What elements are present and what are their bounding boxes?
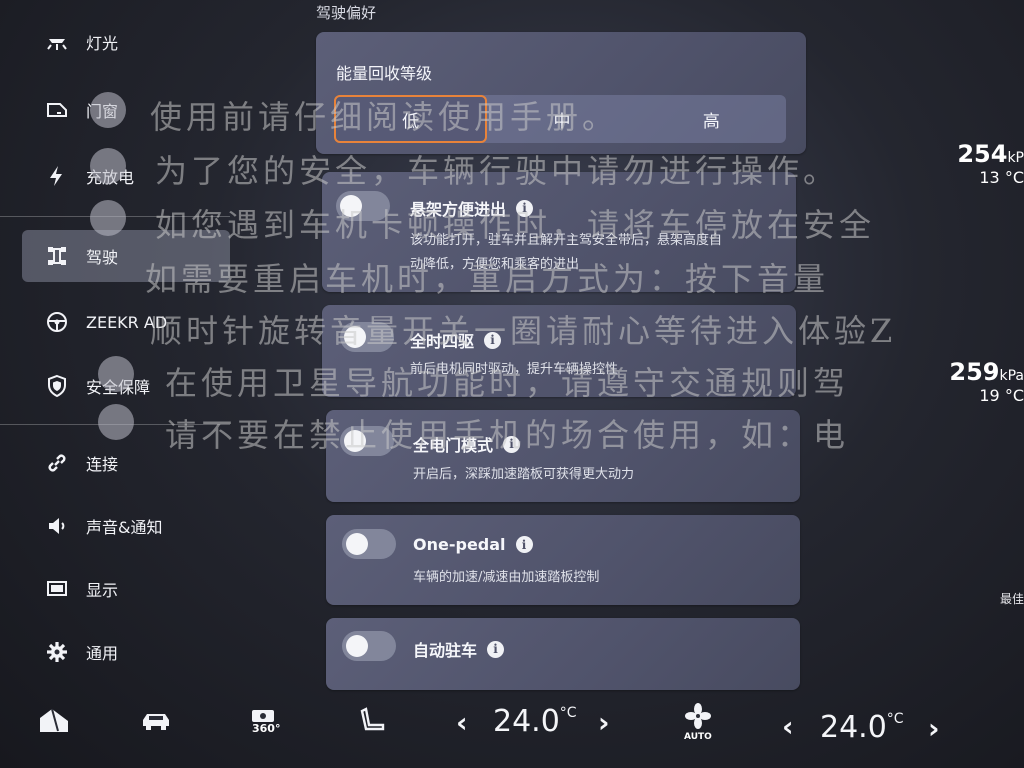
- seat-icon[interactable]: [356, 704, 392, 736]
- light-icon: [44, 29, 70, 55]
- door-icon: [44, 97, 70, 123]
- display-icon: [44, 576, 70, 602]
- setting-description: 前后电机同时驱动，提升车辆操控性: [410, 362, 619, 377]
- left-temp-increase-button[interactable]: ›: [598, 706, 610, 739]
- charge-icon: [44, 163, 70, 189]
- sidebar-item-charging[interactable]: 充放电: [22, 150, 230, 202]
- info-icon[interactable]: i: [516, 199, 534, 217]
- setting-card-awd: [322, 305, 796, 397]
- info-icon[interactable]: i: [484, 331, 502, 349]
- setting-title: 自动驻车 i: [413, 637, 505, 661]
- setting-description: 该功能打开，驻车并且解开主驾安全带后，悬架高度自 动降低，方便您和乘客的进出: [410, 233, 723, 272]
- setting-title: 全电门模式 i: [413, 432, 521, 456]
- sidebar-item-sound[interactable]: 声音&通知: [22, 500, 230, 552]
- sidebar-item-zeekr-ad[interactable]: ZEEKR AD: [22, 296, 230, 348]
- auto-hold-toggle[interactable]: [342, 631, 396, 661]
- sidebar-item-lights[interactable]: 灯光: [22, 16, 230, 68]
- energy-option-high[interactable]: 高: [637, 95, 786, 143]
- touch-indicator: [90, 148, 126, 184]
- touch-indicator: [90, 200, 126, 236]
- tire-pressure-front: 254kP 13 °C: [957, 140, 1024, 187]
- info-icon[interactable]: i: [515, 536, 533, 553]
- energy-recovery-selector[interactable]: 低 中 高: [334, 95, 786, 143]
- left-temp-decrease-button[interactable]: ‹: [456, 706, 468, 739]
- setting-title: One-pedal i: [413, 535, 533, 554]
- speaker-icon: [44, 513, 70, 539]
- shield-icon: [44, 373, 70, 399]
- sidebar: 灯光 门窗 充放电 驾驶 ZEEKR AD 安全保障 连接: [0, 0, 240, 690]
- info-icon[interactable]: i: [503, 435, 521, 453]
- energy-option-low[interactable]: 低: [334, 95, 488, 143]
- setting-title: 悬架方便进出 i: [410, 196, 534, 220]
- sidebar-item-label: ZEEKR AD: [86, 312, 168, 332]
- touch-indicator: [98, 356, 134, 392]
- touch-indicator: [90, 92, 126, 128]
- link-icon: [44, 450, 70, 476]
- car-icon[interactable]: [138, 704, 174, 736]
- sidebar-item-general[interactable]: 通用: [22, 626, 230, 678]
- home-icon[interactable]: [36, 704, 72, 736]
- touch-indicator: [98, 404, 134, 440]
- toggle-knob: [346, 533, 368, 555]
- camera-360-label: 360°: [252, 722, 281, 735]
- setting-description: 开启后，深踩加速踏板可获得更大动力: [413, 467, 635, 482]
- setting-card-throttle: [326, 410, 800, 502]
- left-temp-display: 24.0°C: [493, 704, 577, 739]
- awd-toggle[interactable]: [340, 322, 394, 352]
- fan-mode-label: AUTO: [684, 732, 712, 742]
- gear-icon: [44, 639, 70, 665]
- sidebar-item-doors[interactable]: 门窗: [22, 84, 230, 136]
- tire-pressure-rear: 259kPa 19 °C: [949, 358, 1024, 405]
- throttle-toggle[interactable]: [340, 426, 394, 456]
- setting-description: 车辆的加速/减速由加速踏板控制: [413, 570, 600, 585]
- toggle-knob: [344, 326, 366, 348]
- steering-wheel-icon: [44, 309, 70, 335]
- sidebar-item-label: 连接: [86, 455, 119, 474]
- toggle-knob: [346, 635, 368, 657]
- sidebar-item-label: 声音&通知: [86, 518, 163, 537]
- sidebar-item-connection[interactable]: 连接: [22, 437, 230, 489]
- right-temp-decrease-button[interactable]: ‹: [782, 710, 794, 743]
- sidebar-item-label: 通用: [86, 644, 119, 663]
- right-temp-display: 24.0°C: [820, 710, 904, 745]
- setting-card-one-pedal: [326, 515, 800, 605]
- fan-icon[interactable]: [680, 700, 716, 732]
- one-pedal-toggle[interactable]: [342, 529, 396, 559]
- sidebar-item-driving[interactable]: 驾驶: [22, 230, 230, 282]
- setting-title: 全时四驱 i: [410, 328, 502, 352]
- energy-option-medium[interactable]: 中: [487, 95, 636, 143]
- sidebar-item-display[interactable]: 显示: [22, 563, 230, 615]
- section-title: 驾驶偏好: [316, 4, 377, 22]
- info-icon[interactable]: i: [487, 640, 505, 658]
- setting-card-auto-hold: [326, 618, 800, 690]
- right-edge-label: 最佳: [1000, 592, 1024, 606]
- sidebar-item-label: 驾驶: [86, 248, 119, 267]
- toggle-knob: [340, 195, 362, 217]
- right-temp-increase-button[interactable]: ›: [928, 712, 940, 745]
- sidebar-item-label: 显示: [86, 581, 119, 600]
- drive-icon: [44, 243, 70, 269]
- sidebar-item-label: 灯光: [86, 34, 119, 53]
- suspension-toggle[interactable]: [336, 191, 390, 221]
- energy-recovery-title: 能量回收等级: [336, 64, 433, 83]
- toggle-knob: [344, 430, 366, 452]
